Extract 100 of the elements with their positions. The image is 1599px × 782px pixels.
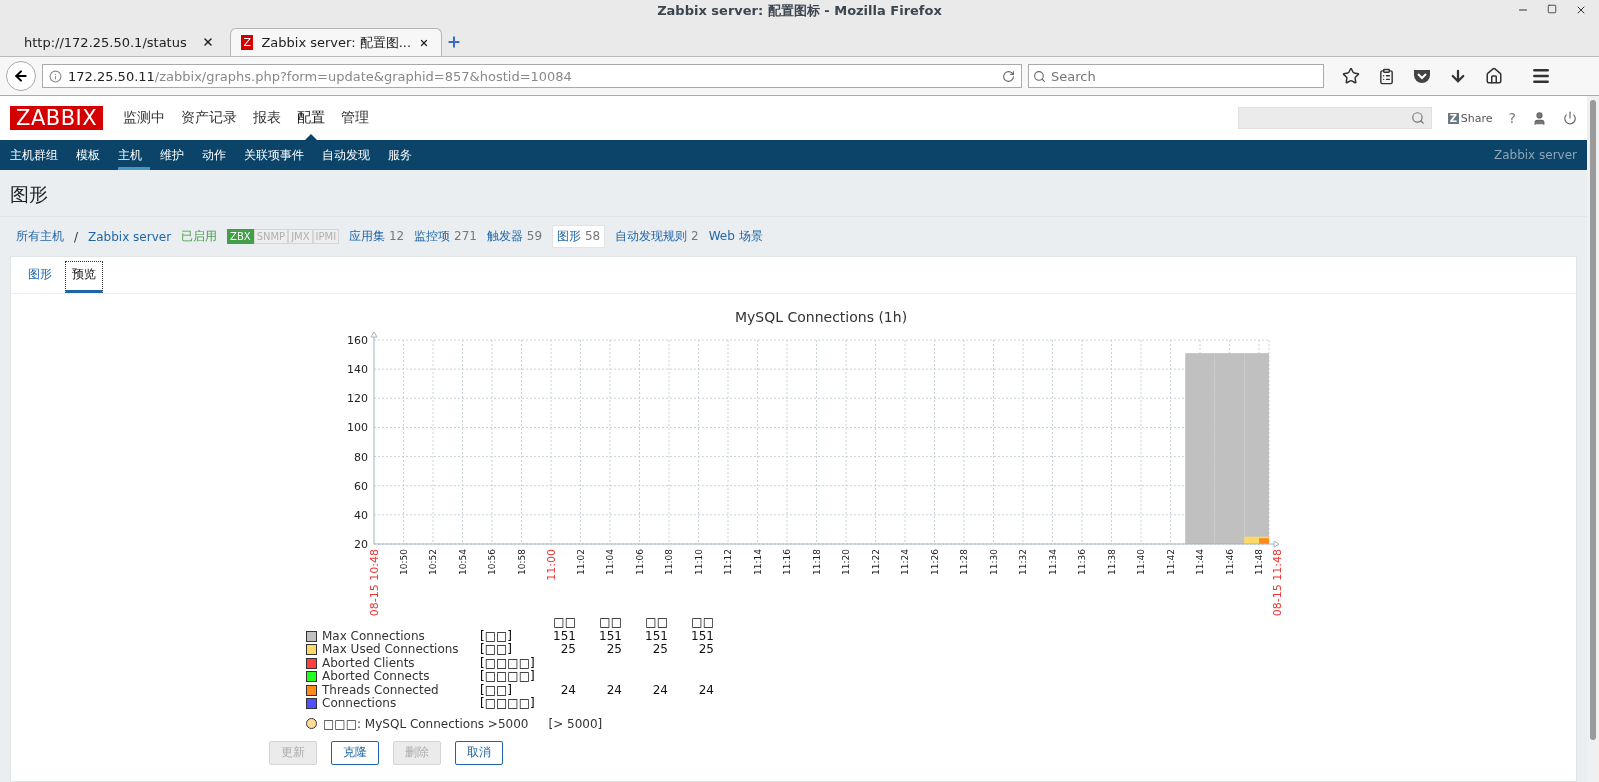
y-tick-label: 20: [354, 538, 368, 551]
trigger-label: □□□: MySQL Connections >5000: [323, 716, 529, 731]
x-tick-label: 10:50: [398, 549, 409, 575]
server-name: Zabbix server: [1493, 148, 1577, 162]
host-nav-link[interactable]: 触发器 59: [487, 226, 543, 247]
star-icon[interactable]: [1342, 67, 1360, 85]
share-link[interactable]: Z Share: [1447, 111, 1493, 125]
host-nav-link[interactable]: 图形 58: [552, 225, 606, 248]
zabbix-logo: ZABBIX: [10, 106, 104, 130]
breadcrumb-link[interactable]: 所有主机: [16, 226, 64, 247]
clipboard-icon[interactable]: [1378, 67, 1395, 85]
time-mark-label: 08-15 10:48: [368, 549, 381, 616]
download-icon[interactable]: [1449, 67, 1467, 85]
x-tick-label: 11:30: [988, 549, 999, 575]
legend-name: Connections: [322, 697, 398, 711]
host-nav-link[interactable]: 监控项 271: [414, 226, 477, 247]
legend-value: 25: [605, 643, 622, 657]
reload-icon[interactable]: [1002, 69, 1015, 83]
y-tick-label: 60: [354, 479, 368, 493]
form-button[interactable]: 克隆: [331, 740, 379, 765]
legend-column-header: □□: [644, 616, 668, 630]
legend-function: [□□]: [480, 683, 514, 697]
x-tick-label: 11:04: [605, 549, 615, 575]
close-icon[interactable]: [1575, 4, 1587, 16]
url-path: /zabbix/graphs.php?form=update&graphid=857&hostid=10084: [154, 68, 573, 84]
x-tick-label: 11:44: [1195, 549, 1205, 575]
submenu-item[interactable]: 服务: [388, 140, 420, 170]
scrollbar-thumb[interactable]: [1590, 100, 1596, 740]
x-tick-label: 10:56: [487, 549, 497, 575]
x-tick-label: 11:10: [693, 549, 704, 575]
host-nav-link[interactable]: 自动发现规则 2: [615, 226, 699, 247]
main-menu-item[interactable]: 报表: [245, 96, 290, 140]
x-tick-label: 11:36: [1077, 549, 1087, 575]
trigger-dot: [306, 718, 317, 729]
page-title: 图形: [0, 170, 1587, 217]
x-tick-label: 11:40: [1136, 549, 1146, 575]
submenu-item[interactable]: 动作: [202, 140, 234, 170]
interface-tag: SNMP: [253, 229, 289, 244]
user-icon[interactable]: [1532, 110, 1547, 126]
browser-tab[interactable]: http://172.25.50.1/status: [14, 28, 226, 56]
legend-value: 24: [605, 683, 622, 697]
x-tick-label: 10:58: [516, 549, 527, 575]
legend-name: Threads Connected: [322, 683, 440, 697]
submenu-item[interactable]: 模板: [76, 140, 108, 170]
x-tick-label: 11:28: [959, 549, 969, 575]
submenu-item[interactable]: 维护: [160, 140, 192, 170]
x-tick-label: 11:12: [723, 549, 733, 575]
new-tab-icon[interactable]: [446, 34, 462, 50]
x-tick-label: 10:52: [428, 549, 438, 575]
main-menu-item[interactable]: 监测中: [115, 96, 174, 140]
browser-tab[interactable]: Z Zabbix server: 配置图...: [230, 28, 442, 56]
x-tick-label: 11:14: [752, 549, 763, 575]
address-bar[interactable]: 172.25.50.11/zabbix/graphs.php?form=update&graphid=857&hostid=10084: [42, 64, 1022, 88]
main-menu-item[interactable]: 资产记录: [173, 96, 246, 140]
main-menu-item[interactable]: 配置: [289, 96, 334, 140]
form-button[interactable]: 取消: [455, 740, 503, 765]
back-button[interactable]: [6, 61, 36, 91]
y-tick-label: 120: [347, 392, 368, 406]
search-field[interactable]: Search: [1028, 64, 1324, 88]
legend-value: 25: [697, 643, 714, 657]
x-tick-label: 11:26: [929, 549, 940, 575]
main-menu-item[interactable]: 管理: [333, 96, 378, 140]
host-nav-link[interactable]: Web 场景: [708, 226, 763, 247]
home-icon[interactable]: [1485, 67, 1503, 85]
x-tick-label: 11:20: [841, 549, 851, 575]
menu-icon[interactable]: [1531, 66, 1551, 86]
x-tick-label: 11:38: [1106, 549, 1117, 575]
url-host: 172.25.50.11: [68, 68, 155, 84]
legend-value: 25: [651, 643, 668, 657]
power-icon[interactable]: [1563, 111, 1577, 125]
x-tick-label: 11:06: [634, 549, 645, 575]
breadcrumb-link[interactable]: Zabbix server: [88, 227, 172, 246]
submenu-item[interactable]: 自动发现: [322, 140, 378, 170]
share-logo: Z: [1447, 112, 1459, 124]
y-tick-label: 140: [347, 363, 368, 377]
legend-function: [□□]: [480, 629, 514, 643]
legend-value: 151: [644, 629, 668, 643]
legend-value: 151: [690, 629, 714, 643]
x-tick-label: 11:22: [870, 549, 881, 575]
maximize-icon[interactable]: [1547, 4, 1557, 14]
submenu-item[interactable]: 主机群组: [10, 140, 66, 170]
window-title: Zabbix server: 配置图标 - Mozilla Firefox: [657, 2, 942, 20]
host-nav-link[interactable]: 应用集 12: [349, 226, 405, 247]
interface-tag: ZBX: [227, 229, 254, 244]
pocket-icon[interactable]: [1413, 68, 1431, 84]
submenu-item[interactable]: 关联项事件: [244, 140, 312, 170]
form-tab[interactable]: 预览: [65, 261, 103, 293]
x-tick-label: 11:48: [1254, 549, 1264, 575]
x-tick-label: 11:08: [664, 549, 674, 575]
legend-name: Max Connections: [322, 629, 426, 643]
submenu-item[interactable]: 主机: [118, 140, 150, 170]
tab-title: http://172.25.50.1/status: [24, 34, 187, 50]
help-link[interactable]: ?: [1508, 110, 1516, 126]
x-tick-label: 10:54: [457, 549, 468, 575]
close-tab-icon[interactable]: [202, 36, 214, 48]
form-tab[interactable]: 图形: [21, 261, 59, 293]
legend-value: 24: [697, 683, 714, 697]
legend-value: 151: [552, 629, 576, 643]
x-tick-label: 11:42: [1165, 549, 1176, 575]
interface-tag: JMX: [288, 229, 313, 244]
